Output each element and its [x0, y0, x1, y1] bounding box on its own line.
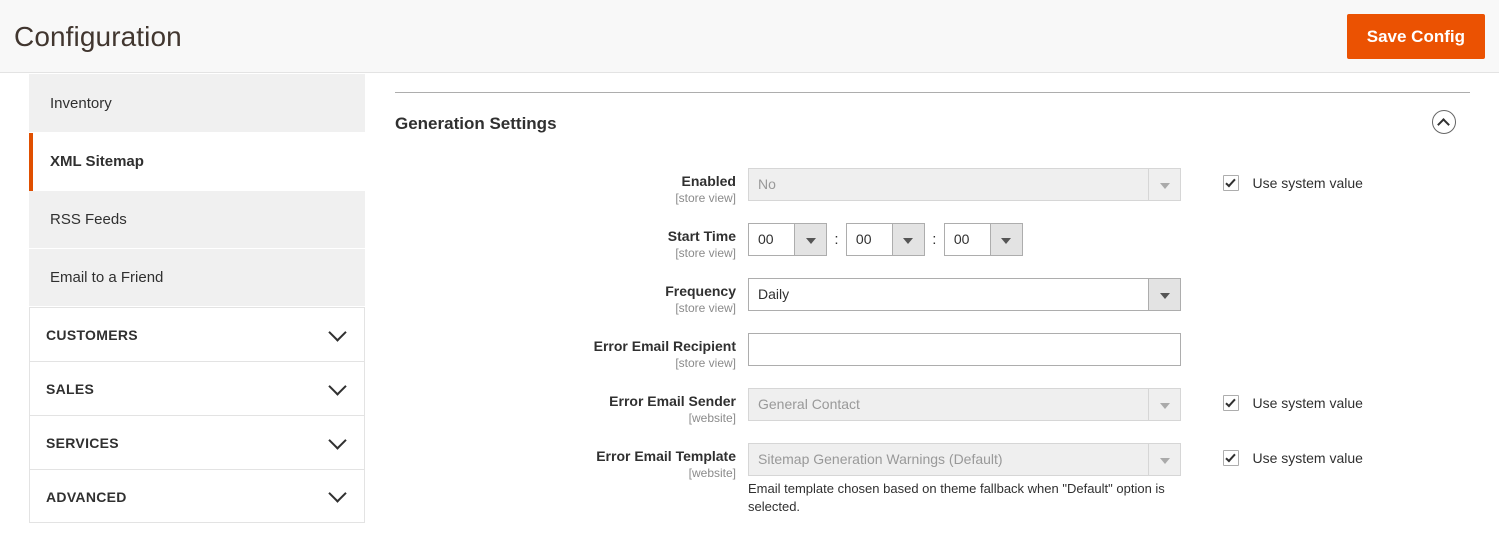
- field-scope-frequency: [store view]: [395, 300, 736, 316]
- sidebar-item-email-to-a-friend[interactable]: Email to a Friend: [29, 249, 365, 307]
- field-scope-error-email-recipient: [store view]: [395, 355, 736, 371]
- use-system-value-label: Use system value: [1252, 174, 1362, 192]
- checkbox-checked-icon[interactable]: [1223, 450, 1239, 466]
- sidebar-section-customers[interactable]: CUSTOMERS: [29, 307, 365, 361]
- chevron-down-icon: [794, 224, 826, 255]
- chevron-down-icon: [328, 431, 346, 449]
- error-email-template-note: Email template chosen based on theme fal…: [748, 480, 1168, 516]
- chevron-down-icon: [328, 377, 346, 395]
- field-row-error-email-recipient: Error Email Recipient [store view]: [395, 333, 1485, 388]
- checkbox-checked-icon[interactable]: [1223, 175, 1239, 191]
- sidebar-item-label: XML Sitemap: [50, 153, 144, 170]
- start-time-seconds-value: 00: [954, 224, 986, 255]
- chevron-down-icon: [892, 224, 924, 255]
- field-row-error-email-sender: Error Email Sender [website] General Con…: [395, 388, 1485, 443]
- error-email-recipient-input[interactable]: [748, 333, 1181, 366]
- content-divider: [395, 92, 1470, 93]
- error-email-sender-select[interactable]: General Contact: [748, 388, 1181, 421]
- sidebar-section-services[interactable]: SERVICES: [29, 415, 365, 469]
- frequency-control: Daily: [748, 278, 1181, 311]
- start-time-hours-value: 00: [758, 224, 790, 255]
- chevron-down-icon: [328, 484, 346, 502]
- sidebar-section-sales[interactable]: SALES: [29, 361, 365, 415]
- error-email-sender-value: General Contact: [758, 389, 1144, 420]
- field-label-error-email-template: Error Email Template: [395, 447, 736, 465]
- sidebar-item-label: Inventory: [50, 95, 112, 112]
- field-label-error-email-sender: Error Email Sender: [395, 392, 736, 410]
- config-sidebar: Inventory XML Sitemap RSS Feeds Email to…: [29, 74, 365, 523]
- checkbox-checked-icon[interactable]: [1223, 395, 1239, 411]
- chevron-down-icon: [990, 224, 1022, 255]
- sidebar-section-label: ADVANCED: [46, 489, 127, 505]
- sidebar-section-advanced[interactable]: ADVANCED: [29, 469, 365, 523]
- chevron-down-icon: [1148, 279, 1180, 310]
- frequency-select-value: Daily: [758, 279, 1144, 310]
- sidebar-item-xml-sitemap[interactable]: XML Sitemap: [29, 133, 365, 191]
- start-time-control: 00 : 00 : 00: [748, 223, 1023, 256]
- section-title: Generation Settings: [395, 110, 1470, 138]
- enabled-select-value: No: [758, 169, 1144, 200]
- error-email-template-control: Sitemap Generation Warnings (Default): [748, 443, 1181, 476]
- field-scope-start-time: [store view]: [395, 245, 736, 261]
- page-header: Configuration Save Config: [0, 0, 1499, 73]
- chevron-down-icon: [1148, 444, 1180, 475]
- field-label-frequency: Frequency: [395, 282, 736, 300]
- sidebar-item-rss-feeds[interactable]: RSS Feeds: [29, 191, 365, 249]
- start-time-minutes-value: 00: [856, 224, 888, 255]
- field-row-frequency: Frequency [store view] Daily: [395, 278, 1485, 333]
- field-scope-error-email-sender: [website]: [395, 410, 736, 426]
- start-time-hours-select[interactable]: 00: [748, 223, 827, 256]
- field-label-error-email-recipient: Error Email Recipient: [395, 337, 736, 355]
- save-config-button[interactable]: Save Config: [1347, 14, 1485, 59]
- use-system-value-label: Use system value: [1252, 449, 1362, 467]
- error-email-sender-control: General Contact: [748, 388, 1181, 421]
- start-time-minutes-select[interactable]: 00: [846, 223, 925, 256]
- use-system-value-label: Use system value: [1252, 394, 1362, 412]
- error-email-template-value: Sitemap Generation Warnings (Default): [758, 444, 1144, 475]
- enabled-control: No: [748, 168, 1181, 201]
- field-label-start-time: Start Time: [395, 227, 736, 245]
- enabled-select[interactable]: No: [748, 168, 1181, 201]
- use-system-value-error-email-template[interactable]: Use system value: [1223, 449, 1363, 467]
- error-email-template-select[interactable]: Sitemap Generation Warnings (Default): [748, 443, 1181, 476]
- error-email-recipient-control: [748, 333, 1181, 366]
- start-time-seconds-select[interactable]: 00: [944, 223, 1023, 256]
- field-scope-enabled: [store view]: [395, 190, 736, 206]
- sidebar-item-label: Email to a Friend: [50, 269, 163, 286]
- field-label-enabled: Enabled: [395, 172, 736, 190]
- chevron-up-circle-icon[interactable]: [1432, 110, 1456, 134]
- use-system-value-error-email-sender[interactable]: Use system value: [1223, 394, 1363, 412]
- generation-settings-header: Generation Settings: [395, 110, 1470, 140]
- chevron-down-icon: [1148, 169, 1180, 200]
- use-system-value-enabled[interactable]: Use system value: [1223, 174, 1363, 192]
- time-separator: :: [831, 223, 841, 256]
- field-row-enabled: Enabled [store view] No Use system value: [395, 168, 1485, 223]
- sidebar-section-label: SALES: [46, 381, 94, 397]
- sidebar-item-inventory[interactable]: Inventory: [29, 74, 365, 133]
- page-title: Configuration: [14, 18, 182, 56]
- sidebar-section-label: SERVICES: [46, 435, 119, 451]
- field-row-start-time: Start Time [store view] 00 : 00 : 00: [395, 223, 1485, 278]
- field-scope-error-email-template: [website]: [395, 465, 736, 481]
- frequency-select[interactable]: Daily: [748, 278, 1181, 311]
- sidebar-item-label: RSS Feeds: [50, 211, 127, 228]
- time-separator: :: [929, 223, 939, 256]
- field-row-error-email-template: Error Email Template [website] Sitemap G…: [395, 443, 1485, 498]
- generation-settings-form: Enabled [store view] No Use system value…: [395, 168, 1485, 498]
- sidebar-section-label: CUSTOMERS: [46, 327, 138, 343]
- chevron-down-icon: [1148, 389, 1180, 420]
- chevron-down-icon: [328, 323, 346, 341]
